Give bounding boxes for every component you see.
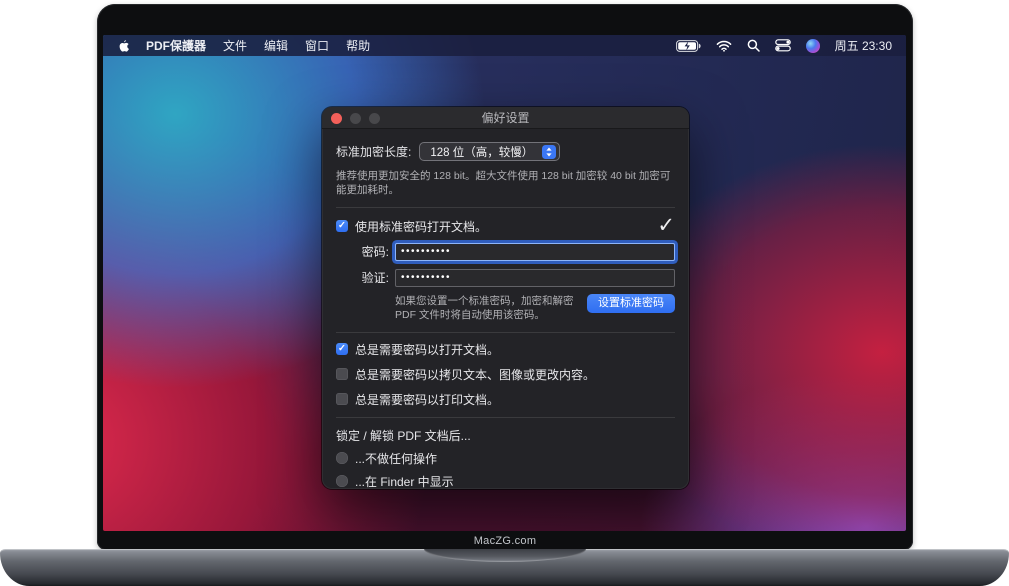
menu-help[interactable]: 帮助 (346, 37, 370, 54)
encryption-length-label: 标准加密长度: (336, 143, 411, 160)
after-lock-finder-label: ...在 Finder 中显示 (355, 473, 454, 489)
require-open-checkbox[interactable] (336, 343, 348, 355)
screenshot-stage: PDF保護器 文件 编辑 窗口 帮助 (0, 0, 1009, 586)
encryption-length-value: 128 位（高，较慢） (430, 144, 533, 160)
wifi-icon[interactable] (716, 40, 732, 52)
spotlight-icon[interactable] (747, 39, 760, 52)
separator (336, 417, 675, 418)
bezel-brand-text: MacZG.com (97, 533, 913, 550)
use-standard-password-row[interactable]: 使用标准密码打开文档。 ✓ (336, 218, 675, 235)
encryption-length-row: 标准加密长度: 128 位（高，较慢） (336, 142, 675, 161)
require-open-row[interactable]: 总是需要密码以打开文档。 (336, 341, 675, 358)
zoom-button[interactable] (369, 113, 380, 124)
separator (336, 332, 675, 333)
use-standard-password-checkbox[interactable] (336, 220, 348, 232)
close-button[interactable] (331, 113, 342, 124)
require-print-label: 总是需要密码以打印文档。 (355, 391, 499, 408)
desktop-wallpaper: PDF保護器 文件 编辑 窗口 帮助 (103, 35, 906, 531)
apple-icon[interactable] (117, 39, 129, 53)
require-copy-label: 总是需要密码以拷贝文本、图像或更改内容。 (355, 366, 595, 383)
chevron-up-down-icon (542, 145, 556, 159)
password-helper-text: 如果您设置一个标准密码，加密和解密 PDF 文件时将自动使用该密码。 (395, 294, 578, 323)
window-titlebar[interactable]: 偏好设置 (322, 107, 689, 129)
minimize-button[interactable] (350, 113, 361, 124)
require-copy-checkbox[interactable] (336, 368, 348, 380)
after-lock-none-row[interactable]: ...不做任何操作 (336, 450, 675, 467)
siri-icon[interactable] (806, 39, 820, 53)
require-copy-row[interactable]: 总是需要密码以拷贝文本、图像或更改内容。 (336, 366, 675, 383)
menu-app-name[interactable]: PDF保護器 (146, 37, 206, 54)
require-print-row[interactable]: 总是需要密码以打印文档。 (336, 391, 675, 408)
menu-bar: PDF保護器 文件 编辑 窗口 帮助 (103, 35, 906, 56)
menu-file[interactable]: 文件 (223, 37, 247, 54)
control-center-icon[interactable] (775, 39, 791, 52)
menu-window[interactable]: 窗口 (305, 37, 329, 54)
require-open-label: 总是需要密码以打开文档。 (355, 341, 499, 358)
password-match-checkmark-icon: ✓ (657, 219, 675, 233)
password-helper-row: 如果您设置一个标准密码，加密和解密 PDF 文件时将自动使用该密码。 设置标准密… (336, 294, 675, 323)
menu-clock[interactable]: 周五 23:30 (835, 37, 892, 54)
window-title: 偏好设置 (481, 109, 529, 126)
after-lock-finder-row[interactable]: ...在 Finder 中显示 (336, 473, 675, 489)
verify-row: 验证: •••••••••• (336, 269, 675, 287)
password-input[interactable]: •••••••••• (395, 243, 675, 261)
separator (336, 207, 675, 208)
encryption-length-popup[interactable]: 128 位（高，较慢） (419, 142, 560, 161)
password-label: 密码: (336, 243, 389, 260)
password-row: 密码: •••••••••• (336, 243, 675, 261)
preferences-window: 偏好设置 标准加密长度: 128 位（高，较慢） (322, 107, 689, 489)
after-lock-label: 锁定 / 解锁 PDF 文档后... (336, 427, 675, 444)
laptop-lid: PDF保護器 文件 编辑 窗口 帮助 (97, 4, 913, 550)
verify-input[interactable]: •••••••••• (395, 269, 675, 287)
set-standard-password-button[interactable]: 设置标准密码 (587, 294, 675, 313)
require-print-checkbox[interactable] (336, 393, 348, 405)
verify-label: 验证: (336, 269, 389, 286)
battery-charging-icon[interactable] (676, 40, 701, 52)
use-standard-password-label: 使用标准密码打开文档。 (355, 218, 487, 235)
after-lock-finder-radio[interactable] (336, 475, 348, 487)
encryption-description: 推荐使用更加安全的 128 bit。超大文件使用 128 bit 加密较 40 … (336, 169, 672, 198)
after-lock-none-label: ...不做任何操作 (355, 450, 437, 467)
menu-edit[interactable]: 编辑 (264, 37, 288, 54)
after-lock-none-radio[interactable] (336, 452, 348, 464)
